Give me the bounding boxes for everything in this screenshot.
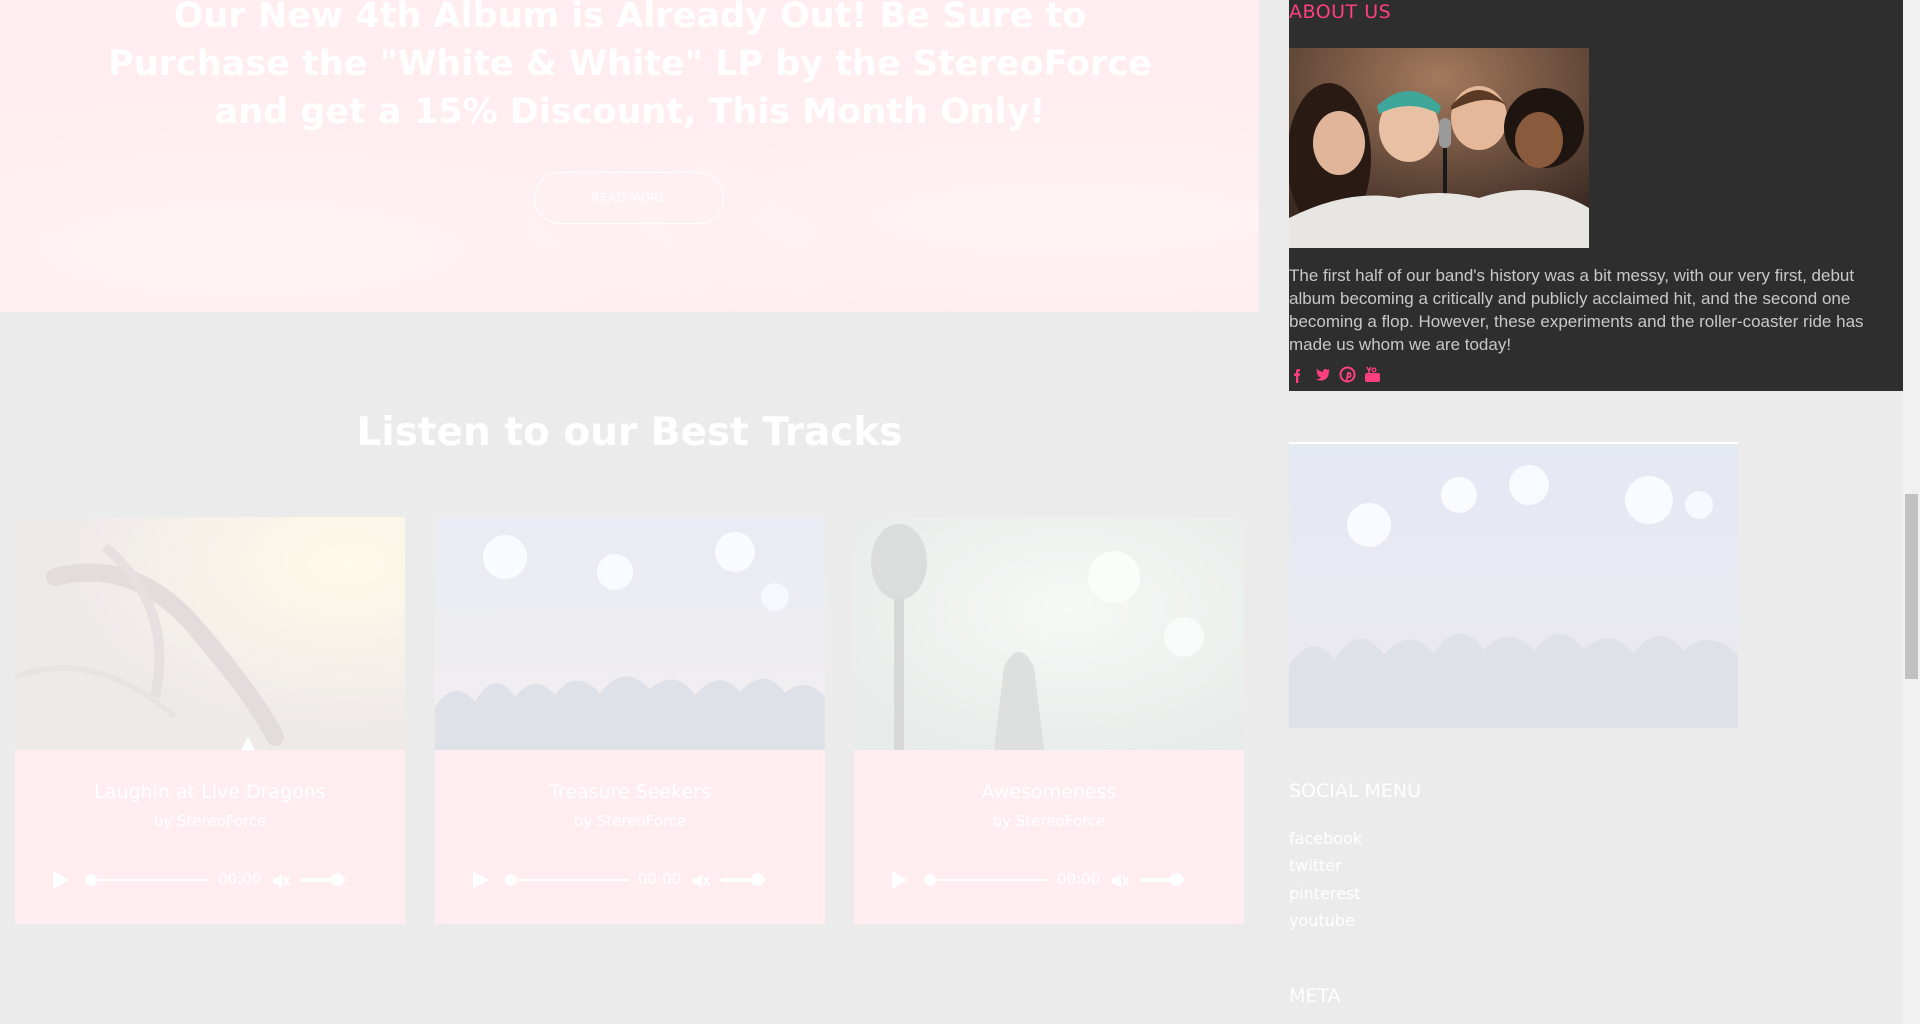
track-cover-image: [15, 517, 405, 750]
social-link-facebook[interactable]: facebook: [1289, 829, 1362, 849]
hero-banner: Our New 4th Album is Already Out! Be Sur…: [0, 0, 1259, 312]
pinterest-icon[interactable]: [1339, 366, 1356, 383]
current-time: 00:00: [218, 870, 262, 888]
concert-image: [1289, 445, 1738, 728]
hero-title: Our New 4th Album is Already Out! Be Sur…: [108, 0, 1152, 132]
seek-handle[interactable]: [924, 874, 936, 886]
current-time: 00:00: [638, 870, 682, 888]
twitter-icon[interactable]: [1314, 366, 1331, 383]
track-title: Treasure Seekers: [549, 781, 711, 803]
scrollbar-thumb[interactable]: [1905, 494, 1918, 679]
social-menu-heading: SOCIAL MENU: [1289, 780, 1422, 802]
page-scrollbar[interactable]: [1903, 0, 1920, 1024]
volume-icon[interactable]: [1110, 871, 1130, 891]
track-card: Laughin at Live Dragons by StereoForce 0…: [15, 517, 405, 924]
widget-divider: [1289, 442, 1738, 444]
tracks-heading: Listen to our Best Tracks: [356, 410, 903, 455]
social-link-pinterest[interactable]: pinterest: [1289, 884, 1361, 904]
track-cover-image: [435, 517, 825, 750]
track-card: Treasure Seekers by StereoForce 00:00: [435, 517, 825, 924]
volume-handle[interactable]: [331, 873, 344, 886]
seek-handle[interactable]: [505, 874, 517, 886]
seek-bar[interactable]: [928, 879, 1048, 881]
scroll-down-arrow[interactable]: [1903, 1007, 1920, 1024]
volume-handle[interactable]: [1170, 873, 1183, 886]
social-link-youtube[interactable]: youtube: [1289, 911, 1355, 931]
read-more-button[interactable]: READ MORE: [534, 172, 724, 224]
facebook-icon[interactable]: [1289, 366, 1306, 383]
about-widget: ABOUT US The first half of our band's hi…: [1289, 0, 1903, 391]
meta-heading: META: [1289, 985, 1341, 1007]
seek-handle[interactable]: [85, 874, 97, 886]
audio-player: 00:00: [435, 865, 825, 895]
play-icon[interactable]: [49, 869, 71, 891]
track-artist: by StereoForce: [992, 812, 1106, 830]
about-heading: ABOUT US: [1289, 1, 1392, 23]
audio-player: 00:00: [854, 865, 1244, 895]
seek-bar[interactable]: [89, 879, 209, 881]
audio-player: 00:00: [15, 865, 405, 895]
scroll-up-arrow[interactable]: [1903, 0, 1920, 17]
volume-handle[interactable]: [751, 873, 764, 886]
social-icons: [1289, 366, 1384, 384]
volume-icon[interactable]: [691, 871, 711, 891]
track-title: Awesomeness: [981, 781, 1117, 803]
track-card: Awesomeness by StereoForce 00:00: [854, 517, 1244, 924]
play-icon[interactable]: [469, 869, 491, 891]
track-artist: by StereoForce: [153, 812, 267, 830]
track-title: Laughin at Live Dragons: [94, 781, 326, 803]
current-time: 00:00: [1057, 870, 1101, 888]
seek-bar[interactable]: [509, 879, 629, 881]
youtube-icon[interactable]: [1364, 366, 1381, 383]
social-link-twitter[interactable]: twitter: [1289, 856, 1342, 876]
about-text: The first half of our band's history was…: [1289, 266, 1864, 354]
band-photo: [1289, 48, 1589, 248]
track-cover-image: [854, 517, 1244, 750]
track-artist: by StereoForce: [573, 812, 687, 830]
play-icon[interactable]: [888, 869, 910, 891]
volume-icon[interactable]: [271, 871, 291, 891]
